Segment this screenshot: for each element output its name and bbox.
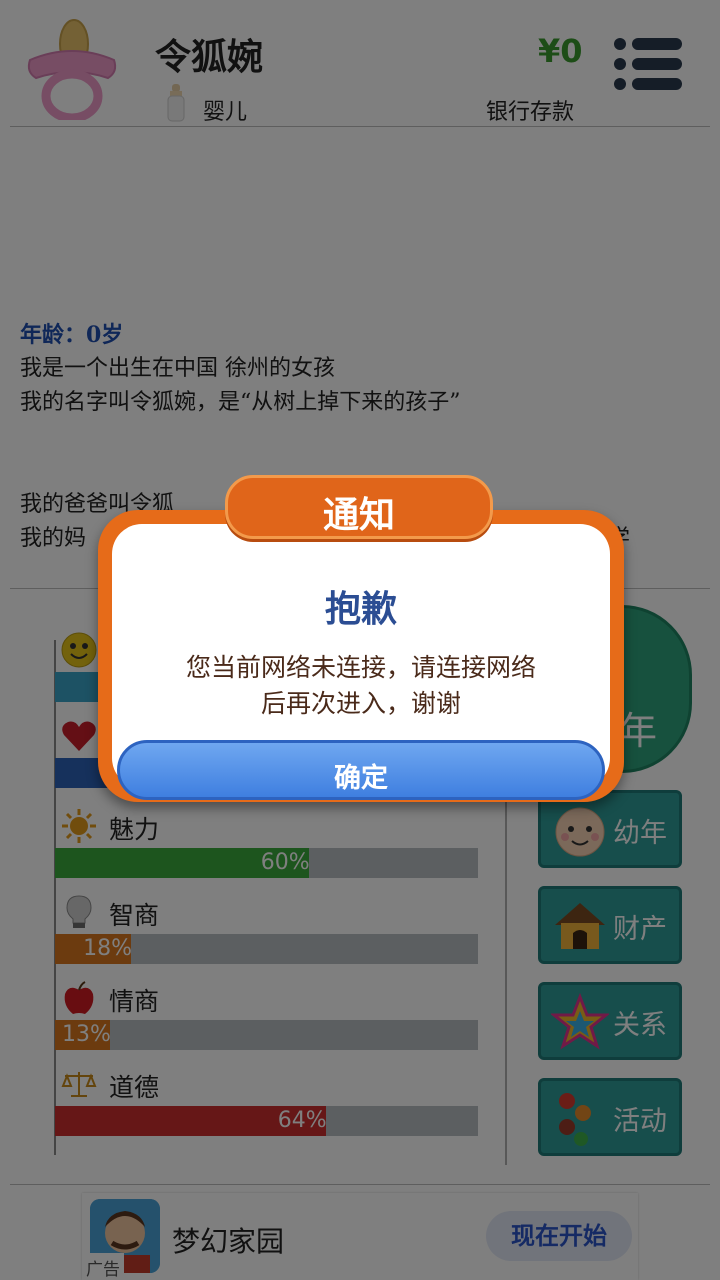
dialog-message-line: 您当前网络未连接，请连接网络 — [185, 653, 536, 682]
dialog-header-label: 通知 — [322, 495, 395, 536]
dialog-header-tab: 通知 — [225, 475, 493, 539]
dialog-message: 您当前网络未连接，请连接网络 后再次进入，谢谢 — [142, 650, 580, 722]
confirm-label: 确定 — [334, 763, 388, 794]
confirm-button[interactable]: 确定 — [117, 740, 605, 800]
dialog-message-line: 后再次进入，谢谢 — [260, 689, 461, 718]
dialog-title: 抱歉 — [324, 589, 397, 630]
